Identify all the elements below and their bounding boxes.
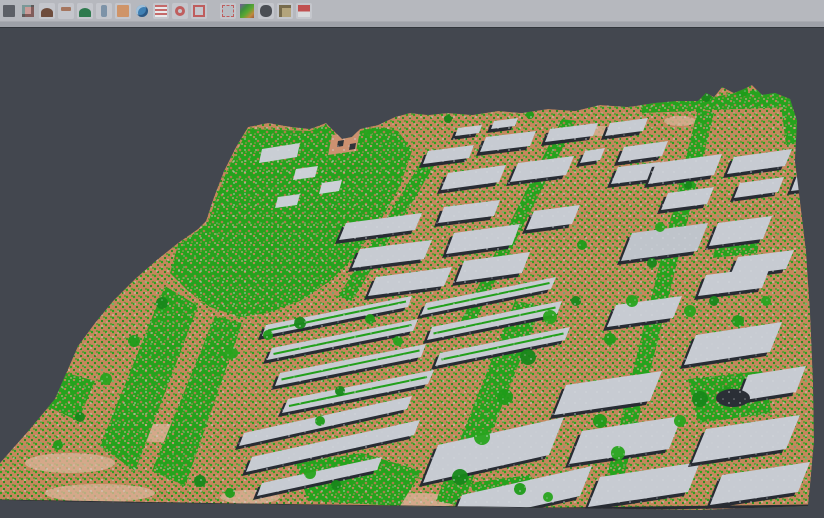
terrain-model-icon[interactable] <box>39 3 55 19</box>
classified-display-icon[interactable] <box>239 3 255 19</box>
classify-points-icon[interactable] <box>20 3 36 19</box>
section-cut-icon[interactable] <box>296 3 312 19</box>
app-window <box>0 0 824 517</box>
main-toolbar <box>0 0 824 22</box>
viewport-3d[interactable] <box>0 28 824 518</box>
measure-box-icon[interactable] <box>277 3 293 19</box>
ground-extract-icon[interactable] <box>58 3 74 19</box>
target-ring-icon[interactable] <box>172 3 188 19</box>
camera-capture-icon[interactable] <box>258 3 274 19</box>
vegetation-icon[interactable] <box>77 3 93 19</box>
viewport-container <box>0 28 824 518</box>
zoom-extent-icon[interactable] <box>191 3 207 19</box>
globe-3d-icon[interactable] <box>134 3 150 19</box>
attribute-list-icon[interactable] <box>153 3 169 19</box>
profile-view-icon[interactable] <box>96 3 112 19</box>
select-region-icon[interactable] <box>220 3 236 19</box>
toolbar-separator <box>210 3 217 19</box>
volume-box-icon[interactable] <box>115 3 131 19</box>
app-tool-icon[interactable] <box>1 3 17 19</box>
